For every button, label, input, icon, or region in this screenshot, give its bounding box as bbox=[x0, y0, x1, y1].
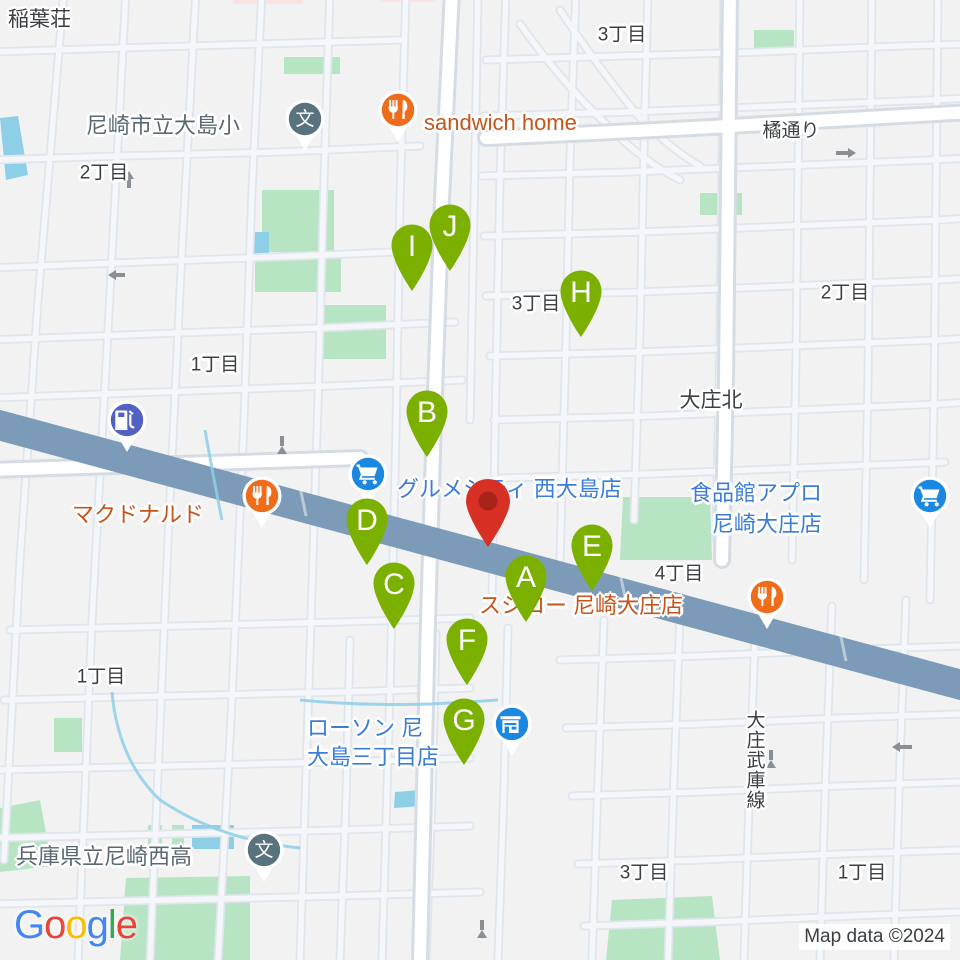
logo-letter-o1: o bbox=[44, 903, 66, 947]
school-pin-oshima-elementary[interactable]: 文 bbox=[282, 96, 328, 152]
logo-letter-o2: o bbox=[65, 903, 87, 947]
restaurant-pin-mcdonalds[interactable] bbox=[239, 473, 285, 529]
result-marker-g[interactable]: G bbox=[436, 692, 492, 766]
logo-letter-g1: G bbox=[14, 903, 45, 947]
gas-station-pin[interactable] bbox=[104, 397, 150, 453]
result-marker-a[interactable]: A bbox=[498, 549, 554, 623]
logo-letter-l: l bbox=[107, 903, 117, 947]
result-marker-b[interactable]: B bbox=[399, 384, 455, 458]
result-marker-j[interactable]: J bbox=[422, 198, 478, 272]
school-pin-amagasaki-nishi-high[interactable]: 文 bbox=[241, 827, 287, 883]
logo-letter-e: e bbox=[115, 903, 138, 947]
svg-text:文: 文 bbox=[295, 108, 314, 130]
restaurant-pin-sushiro[interactable] bbox=[744, 574, 790, 630]
result-marker-c[interactable]: C bbox=[366, 556, 422, 630]
map-canvas[interactable]: 稲葉荘 3丁目 尼崎市立大島小 橘通り 2丁目 2丁目 3丁目 1丁目 大庄北 4丁目 1丁目 大庄武… bbox=[0, 0, 960, 960]
logo-letter-g2: g bbox=[86, 903, 109, 947]
google-logo[interactable]: Google bbox=[14, 903, 138, 948]
selected-location-marker[interactable] bbox=[460, 474, 516, 548]
map-attribution: Map data ©2024 bbox=[799, 924, 950, 950]
result-marker-e[interactable]: E bbox=[564, 518, 620, 592]
convenience-pin-lawson[interactable] bbox=[489, 701, 535, 757]
svg-text:文: 文 bbox=[254, 839, 273, 861]
grocery-pin-apuro[interactable] bbox=[907, 473, 953, 529]
restaurant-pin-sandwich-home[interactable] bbox=[375, 87, 421, 143]
result-marker-d[interactable]: D bbox=[339, 492, 395, 566]
result-marker-f[interactable]: F bbox=[439, 612, 495, 686]
result-marker-h[interactable]: H bbox=[553, 264, 609, 338]
